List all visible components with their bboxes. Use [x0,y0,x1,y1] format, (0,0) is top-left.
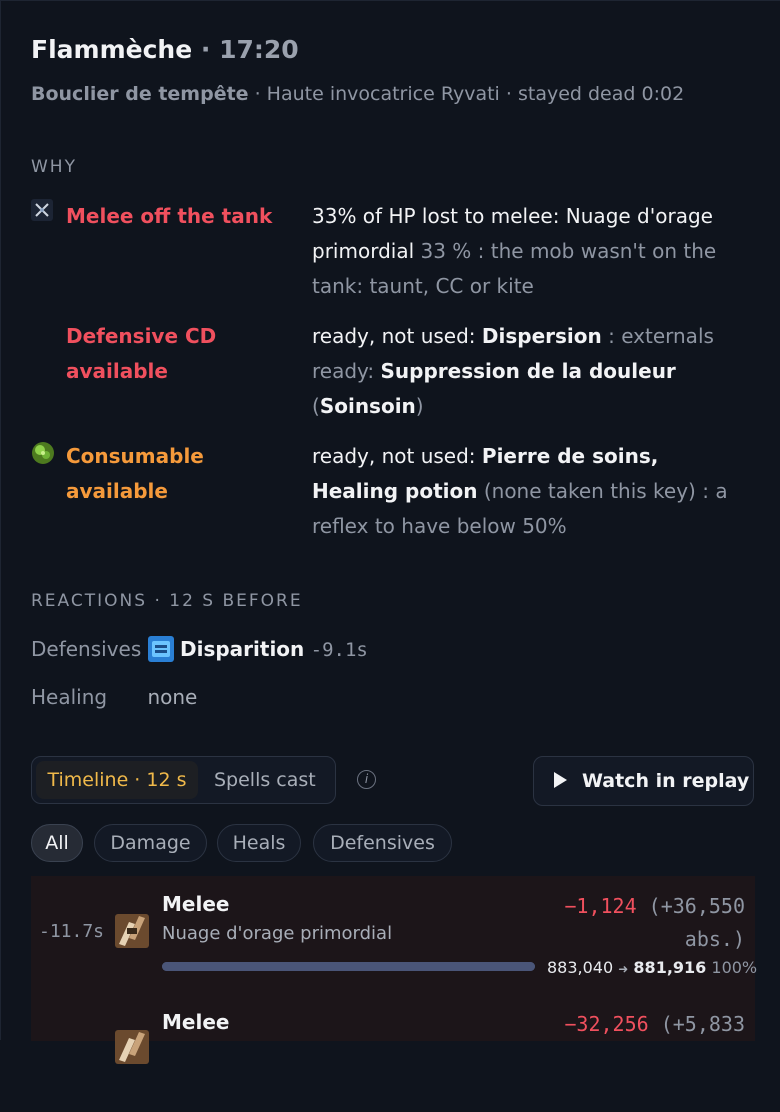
event-source: Nuage d'orage primordial [162,923,393,944]
filter-heals[interactable]: Heals [217,824,301,862]
defensives-label: Defensives [31,637,142,661]
defensive-spell: Disparition [179,637,305,661]
absorbed-amount: (+36,550 abs.) [648,894,745,951]
boss-name: Haute invocatrice Ryvati [266,83,500,105]
watch-replay-label: Watch in replay [582,770,750,792]
info-icon[interactable]: i [357,770,376,789]
why-title: Consumable available [66,444,204,503]
death-status: stayed dead 0:02 [517,83,685,105]
defensive-time: -9.1s [310,639,368,661]
why-description: ready, not used: Pierre de soins, Healing… [312,444,728,538]
melee-attack-icon [115,914,149,948]
healthstone-icon [31,441,54,464]
death-subtitle: Bouclier de tempête · Haute invocatrice … [31,83,685,105]
consumable-1: Pierre de soins, [481,444,659,468]
killing-ability: Bouclier de tempête [31,83,249,105]
disparition-icon [147,636,174,662]
event-name: Melee [162,1010,230,1034]
hp-after: 881,916 [633,958,707,977]
tab-spells-cast[interactable]: Spells cast [214,761,316,799]
hp-bar [162,962,535,971]
player-name: Flammèche [31,35,193,64]
watch-replay-button[interactable]: Watch in replay [533,756,754,806]
event-time: -11.7s [39,921,105,942]
hp-before: 883,040 [547,958,614,977]
death-detail-panel: Flammèche · 17:20 Bouclier de tempête · … [0,0,780,1064]
healer-name: Soinsoin [319,394,416,418]
why-heading: WHY [31,157,77,177]
reactions-defensives: Defensives Disparition -9.1s [31,636,368,662]
damage-amount: −1,124 [564,894,637,918]
event-name: Melee [162,892,230,916]
why-description: ready, not used: Dispersion : externals … [312,324,714,418]
melee-attack-icon [115,1030,149,1064]
timeline-event[interactable]: Melee −32,256 (+5,833 [31,994,755,1112]
why-title: Defensive CD available [66,324,217,383]
timeline-event[interactable]: -11.7s Melee Nuage d'orage primordial −1… [31,876,757,994]
why-item-defensive: Defensive CD available ready, not used: … [31,319,761,429]
why-description: 33% of HP lost to melee: Nuage d'orage p… [312,204,717,298]
external-spell-name: Suppression de la douleur [380,359,676,383]
healing-label: Healing [31,685,108,709]
melee-swords-icon [31,199,53,221]
filter-defensives[interactable]: Defensives [313,824,452,862]
death-time: 17:20 [219,35,299,64]
arrow-right-icon: ➜ [618,962,629,976]
hp-change: 883,040 ➜ 881,916 100% [547,958,757,977]
filter-damage[interactable]: Damage [94,824,207,862]
death-title: Flammèche · 17:20 [31,35,299,64]
hp-percent: 100% [711,958,758,977]
why-title: Melee off the tank [66,204,273,228]
absorbed-amount: (+5,833 [660,1012,745,1036]
why-item-melee: Melee off the tank 33% of HP lost to mel… [31,199,761,309]
healing-value: none [147,685,198,709]
reactions-heading: REACTIONS · 12 S BEFORE [31,591,303,611]
title-separator: · [192,35,220,64]
damage-amount: −32,256 [564,1012,649,1036]
timeline-events: -11.7s Melee Nuage d'orage primordial −1… [31,876,757,1064]
play-icon [554,772,567,788]
defensive-spell-name: Dispersion [481,324,602,348]
reactions-healing: Healing none [31,685,197,709]
why-item-consumable: Consumable available ready, not used: Pi… [31,439,761,549]
filter-all[interactable]: All [31,824,83,862]
hp-bar-fill [162,962,535,971]
consumable-2: Healing potion [312,479,478,503]
event-damage: −1,124 (+36,550 abs.) [525,890,745,956]
event-damage: −32,256 (+5,833 [525,1008,745,1041]
view-tabs: Timeline · 12 s Spells cast [31,756,336,804]
tab-timeline[interactable]: Timeline · 12 s [36,761,198,799]
